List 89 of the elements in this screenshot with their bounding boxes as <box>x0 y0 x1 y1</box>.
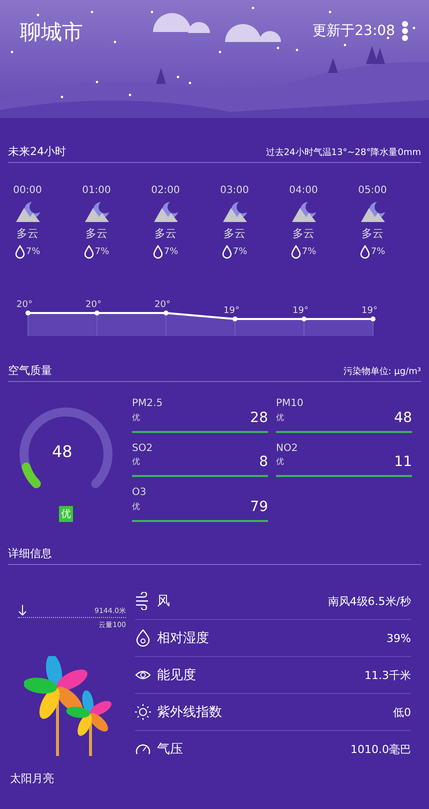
section-title: 空气质量 <box>8 363 52 378</box>
sun-icon <box>135 703 151 721</box>
detail-label: 风 <box>157 593 171 610</box>
precipitation-chance: 7% <box>164 247 178 257</box>
raindrop-icon <box>84 245 94 259</box>
moon-mountain-icon <box>360 200 386 222</box>
detail-value: 低0 <box>393 704 411 720</box>
moon-mountain-icon <box>14 200 40 222</box>
data-point <box>302 316 306 322</box>
moon-mountain-icon <box>152 200 178 222</box>
detail-label: 能见度 <box>157 667 197 684</box>
pollutant-name: O3 <box>132 487 148 500</box>
detail-value: 南风4级6.5米/秒 <box>328 594 411 608</box>
degree-sign: ° <box>235 306 240 316</box>
precipitation-chance: 7% <box>302 247 316 257</box>
pollutant-grade: 优 <box>276 456 285 468</box>
pollutant-name: SO2 <box>132 442 154 456</box>
gauge-fill <box>22 462 41 488</box>
raindrop-icon <box>222 245 232 259</box>
degree-sign: ° <box>97 300 102 310</box>
data-point <box>232 316 238 322</box>
pollutant-grade: 优 <box>132 456 141 468</box>
weather-condition: 多云 <box>224 226 246 241</box>
pollutant-grade: 优 <box>132 501 141 514</box>
pollutant-value: 8 <box>259 456 268 472</box>
moon-mountain-icon <box>84 200 110 222</box>
moon-mountain-icon <box>222 200 248 222</box>
precipitation-chance: 7% <box>94 247 110 257</box>
hour-time: 02:00 <box>151 185 180 196</box>
pollutant-name: PM2.5 <box>132 398 164 411</box>
hour-time: 00:00 <box>13 185 42 196</box>
detail-value: 39% <box>386 632 411 644</box>
raindrop-icon <box>152 245 163 259</box>
weather-condition: 多云 <box>154 226 176 241</box>
section-note: 污染物单位: μg/m³ <box>343 366 421 378</box>
aqi-value: 48 <box>52 442 72 461</box>
weather-condition: 多云 <box>362 226 384 241</box>
temperature-label: 20 <box>86 300 97 310</box>
hour-time: 01:00 <box>82 185 111 196</box>
degree-sign: ° <box>28 300 32 310</box>
raindrop-icon <box>360 245 370 259</box>
degree-sign: ° <box>166 300 170 310</box>
precipitation-chance: 7% <box>26 247 40 257</box>
pollutant-grade: 优 <box>132 412 141 424</box>
detail-value: 11.3千米 <box>364 668 411 682</box>
pollutant-value: 11 <box>394 456 412 472</box>
pollutant-value: 28 <box>250 412 268 428</box>
section-title: 太阳月亮 <box>10 771 55 786</box>
raindrop-icon <box>14 245 25 259</box>
temperature-label: 19 <box>292 306 304 316</box>
update-time: 更新于23:08 <box>312 22 395 40</box>
detail-value: 1010.0毫巴 <box>350 742 411 756</box>
moon-mountain-icon <box>290 200 316 222</box>
degree-sign: ° <box>304 306 308 316</box>
pollutant-name: PM10 <box>276 398 304 411</box>
weather-condition: 多云 <box>86 226 108 241</box>
pollutant-name: NO2 <box>276 442 299 456</box>
pollutant-value: 48 <box>394 412 412 428</box>
hour-time: 05:00 <box>358 185 387 196</box>
weather-condition: 多云 <box>16 226 38 241</box>
section-title: 详细信息 <box>8 546 52 561</box>
data-point <box>370 316 376 322</box>
precipitation-chance: 7% <box>232 247 248 257</box>
temperature-label: 20 <box>154 300 166 310</box>
temperature-label: 19 <box>224 306 235 316</box>
section-title: 未来24小时 <box>8 144 66 159</box>
data-point <box>164 310 168 316</box>
detail-label: 气压 <box>157 741 184 758</box>
down-arrow-icon <box>18 605 27 616</box>
data-point <box>94 310 100 316</box>
detail-label: 紫外线指数 <box>157 704 223 721</box>
grade-badge: 优 <box>59 506 73 522</box>
degree-sign: ° <box>373 306 378 316</box>
pollutant-value: 79 <box>250 501 268 517</box>
detail-label: 相对湿度 <box>157 630 210 647</box>
water-drop-icon <box>135 629 151 647</box>
temperature-label: 20 <box>16 300 28 310</box>
weather-condition: 多云 <box>292 226 314 241</box>
city-name: 聊城市 <box>20 19 83 46</box>
temperature-label: 19 <box>362 306 373 316</box>
hour-time: 03:00 <box>220 185 249 196</box>
section-note: 过去24小时气温13°~28°降水量0mm <box>266 146 421 159</box>
data-point <box>26 310 30 316</box>
menu-button[interactable] <box>401 20 409 42</box>
hour-time: 04:00 <box>289 185 318 196</box>
raindrop-icon <box>290 245 301 259</box>
precipitation-chance: 7% <box>370 247 386 257</box>
wind-icon <box>135 592 151 610</box>
pollutant-grade: 优 <box>276 412 285 424</box>
